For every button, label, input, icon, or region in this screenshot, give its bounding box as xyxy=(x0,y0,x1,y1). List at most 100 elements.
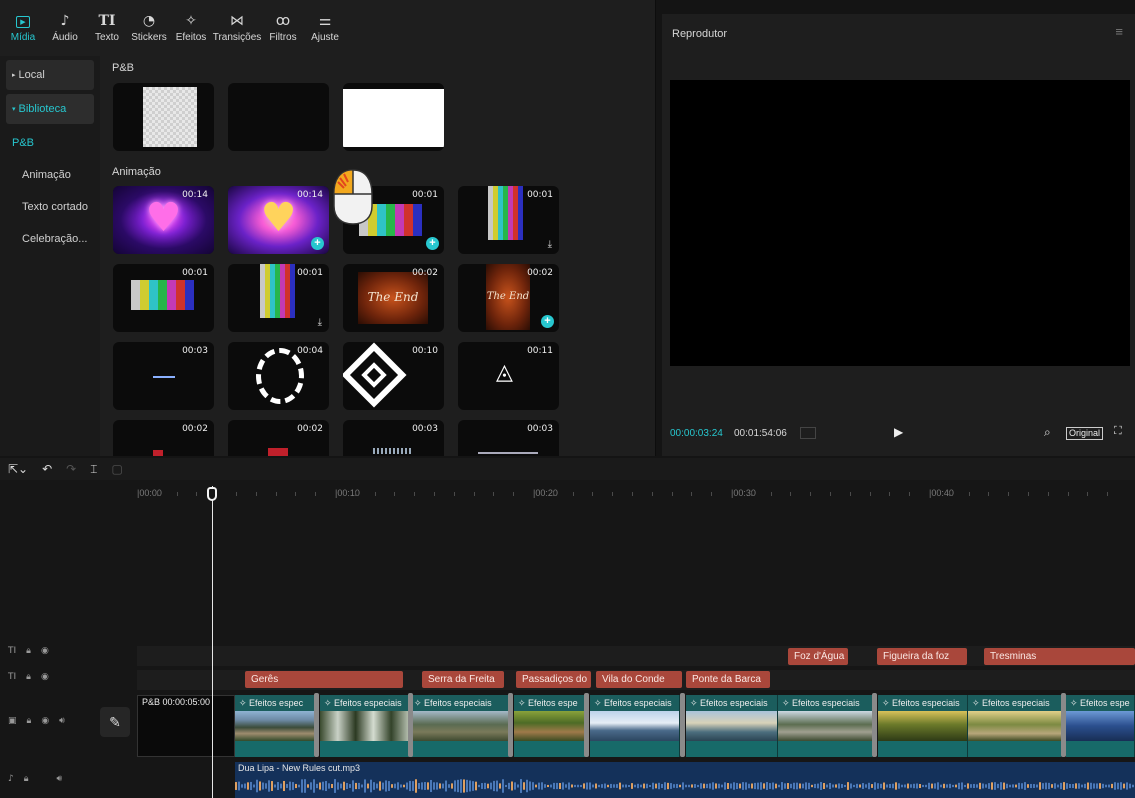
asset-color-bars-2[interactable]: 00:01 ⤓ xyxy=(458,186,559,254)
add-icon[interactable]: + xyxy=(541,315,554,328)
download-icon[interactable]: ⤓ xyxy=(548,239,552,250)
audio-clip[interactable]: Dua Lipa - New Rules cut.mp3 xyxy=(235,762,1135,798)
waveform-bar xyxy=(667,782,669,790)
lock-icon[interactable]: 🔒︎ xyxy=(27,716,32,726)
sidebar-item-cut-text[interactable]: Texto cortado xyxy=(0,192,100,222)
edit-cover-icon[interactable]: ✎ xyxy=(100,707,130,737)
asset-the-end-2[interactable]: The End 00:02 + xyxy=(458,264,559,332)
asset-triangle[interactable]: ◬ 00:11 xyxy=(458,342,559,410)
sidebar-item-pb[interactable]: P&B xyxy=(0,128,100,158)
add-icon[interactable]: + xyxy=(426,237,439,250)
tab-media[interactable]: ▶ Mídia xyxy=(2,0,44,54)
tab-audio[interactable]: ♪ Áudio xyxy=(44,0,86,54)
text-clip[interactable]: Vila do Conde xyxy=(596,671,682,688)
clip-handle[interactable] xyxy=(408,693,413,757)
asset-the-end-1[interactable]: The End 00:02 xyxy=(343,264,444,332)
waveform-bar xyxy=(283,780,285,792)
video-clip[interactable]: ✧ Efeitos especiais xyxy=(320,695,410,757)
delete-icon[interactable]: ▢ xyxy=(111,462,122,476)
text-clip[interactable]: Gerês xyxy=(245,671,403,688)
asset-lines-2[interactable]: 00:03 xyxy=(458,420,559,456)
asset-white[interactable] xyxy=(343,83,444,151)
play-button[interactable]: ▶ xyxy=(894,425,903,439)
clip-handle[interactable] xyxy=(680,693,685,757)
video-clip[interactable]: ✧ Efeitos espe xyxy=(514,695,586,757)
zoom-icon[interactable]: ⌕ xyxy=(1044,425,1051,440)
sidebar-item-local[interactable]: ▸ Local xyxy=(6,60,94,90)
video-clip[interactable]: ✧ Efeitos espe xyxy=(1066,695,1135,757)
download-icon[interactable]: ⤓ xyxy=(318,317,322,328)
undo-icon[interactable]: ↶ xyxy=(42,462,52,476)
clip-handle[interactable] xyxy=(584,693,589,757)
asset-red-1[interactable]: 00:02 xyxy=(113,420,214,456)
waveform-bar xyxy=(1060,782,1062,790)
asset-heart-2[interactable]: ♥ 00:14 + xyxy=(228,186,329,254)
waveform-bar xyxy=(388,781,390,791)
video-clip[interactable]: ✧ Efeitos especiais xyxy=(778,695,873,757)
volume-icon[interactable]: 🔊︎ xyxy=(59,716,65,726)
waveform-bar xyxy=(1093,783,1095,789)
tab-adjust[interactable]: ⚌ Ajuste xyxy=(304,0,346,54)
asset-dark-bar[interactable]: 00:03 xyxy=(113,342,214,410)
add-icon[interactable]: + xyxy=(311,237,324,250)
asset-heart-1[interactable]: ♥ 00:14 xyxy=(113,186,214,254)
text-clip[interactable]: Tresminas xyxy=(984,648,1135,665)
clip-handle[interactable] xyxy=(872,693,877,757)
grid-icon[interactable] xyxy=(800,427,816,439)
tab-text[interactable]: TI Texto xyxy=(86,0,128,54)
waveform-bar xyxy=(319,782,321,790)
text-clip[interactable]: Foz d'Água xyxy=(788,648,848,665)
tab-transitions[interactable]: ⋈ Transições xyxy=(212,0,262,54)
clip-handle[interactable] xyxy=(508,693,513,757)
playhead-handle[interactable] xyxy=(207,487,217,501)
aspect-ratio-button[interactable]: Original xyxy=(1066,427,1104,440)
text-clip[interactable]: Serra da Freita xyxy=(422,671,504,688)
tab-filters[interactable]: ꝏ Filtros xyxy=(262,0,304,54)
asset-color-bars-4[interactable]: 00:01 ⤓ xyxy=(228,264,329,332)
split-icon[interactable]: ⌶ xyxy=(90,462,97,477)
eye-icon[interactable]: ◉ xyxy=(41,646,49,656)
clip-handle[interactable] xyxy=(1061,693,1066,757)
asset-diamond[interactable]: 00:10 xyxy=(343,342,444,410)
tab-stickers[interactable]: ◔ Stickers xyxy=(128,0,170,54)
asset-color-bars-3[interactable]: 00:01 xyxy=(113,264,214,332)
asset-lines-1[interactable]: 00:03 xyxy=(343,420,444,456)
video-clip[interactable]: ✧ Efeitos especiais xyxy=(410,695,510,757)
asset-black[interactable] xyxy=(228,83,329,151)
volume-icon[interactable]: 🔊︎ xyxy=(57,774,63,784)
sidebar-item-library[interactable]: ▾ Biblioteca xyxy=(6,94,94,124)
redo-icon[interactable]: ↷ xyxy=(66,462,76,476)
sidebar-item-celebration[interactable]: Celebração... xyxy=(0,224,100,254)
tab-effects[interactable]: ✧ Efeitos xyxy=(170,0,212,54)
asset-red-2[interactable]: 00:02 xyxy=(228,420,329,456)
waveform-bar xyxy=(337,782,339,790)
waveform-bar xyxy=(493,780,495,792)
asset-circle[interactable]: 00:04 xyxy=(228,342,329,410)
menu-icon[interactable]: ≡ xyxy=(1115,24,1123,39)
text-clip[interactable]: Figueira da foz xyxy=(877,648,967,665)
waveform-bar xyxy=(241,784,243,788)
video-clip[interactable]: ✧ Efeitos especiais xyxy=(968,695,1062,757)
video-clip[interactable]: ✧ Efeitos especiais xyxy=(686,695,778,757)
time-ruler[interactable]: |00:00 |00:10 |00:20 |00:30 |00:40 xyxy=(137,480,1135,514)
eye-icon[interactable]: ◉ xyxy=(41,716,49,726)
sidebar-item-animation[interactable]: Animação xyxy=(0,160,100,190)
fullscreen-icon[interactable]: ⛶ xyxy=(1114,425,1122,438)
clip-handle[interactable] xyxy=(314,693,319,757)
ruler-minor-tick xyxy=(295,492,297,496)
asset-transparent[interactable] xyxy=(113,83,214,151)
lock-icon[interactable]: 🔒︎ xyxy=(26,646,31,656)
video-clip[interactable]: ✧ Efeitos especiais xyxy=(878,695,968,757)
pb-clip[interactable]: P&B 00:00:05:00 xyxy=(137,695,235,757)
eye-icon[interactable]: ◉ xyxy=(41,672,49,682)
playhead[interactable] xyxy=(212,486,213,798)
text-clip[interactable]: Ponte da Barca xyxy=(686,671,770,688)
text-clip[interactable]: Passadiços do xyxy=(516,671,591,688)
waveform-bar xyxy=(721,784,723,788)
video-preview[interactable] xyxy=(670,80,1130,366)
select-tool-icon[interactable]: ⇱⌄ xyxy=(8,462,28,476)
lock-icon[interactable]: 🔒︎ xyxy=(24,774,29,784)
video-clip[interactable]: ✧ Efeitos especiais xyxy=(590,695,680,757)
video-clip[interactable]: ✧ Efeitos espec xyxy=(235,695,315,757)
lock-icon[interactable]: 🔒︎ xyxy=(26,672,31,682)
